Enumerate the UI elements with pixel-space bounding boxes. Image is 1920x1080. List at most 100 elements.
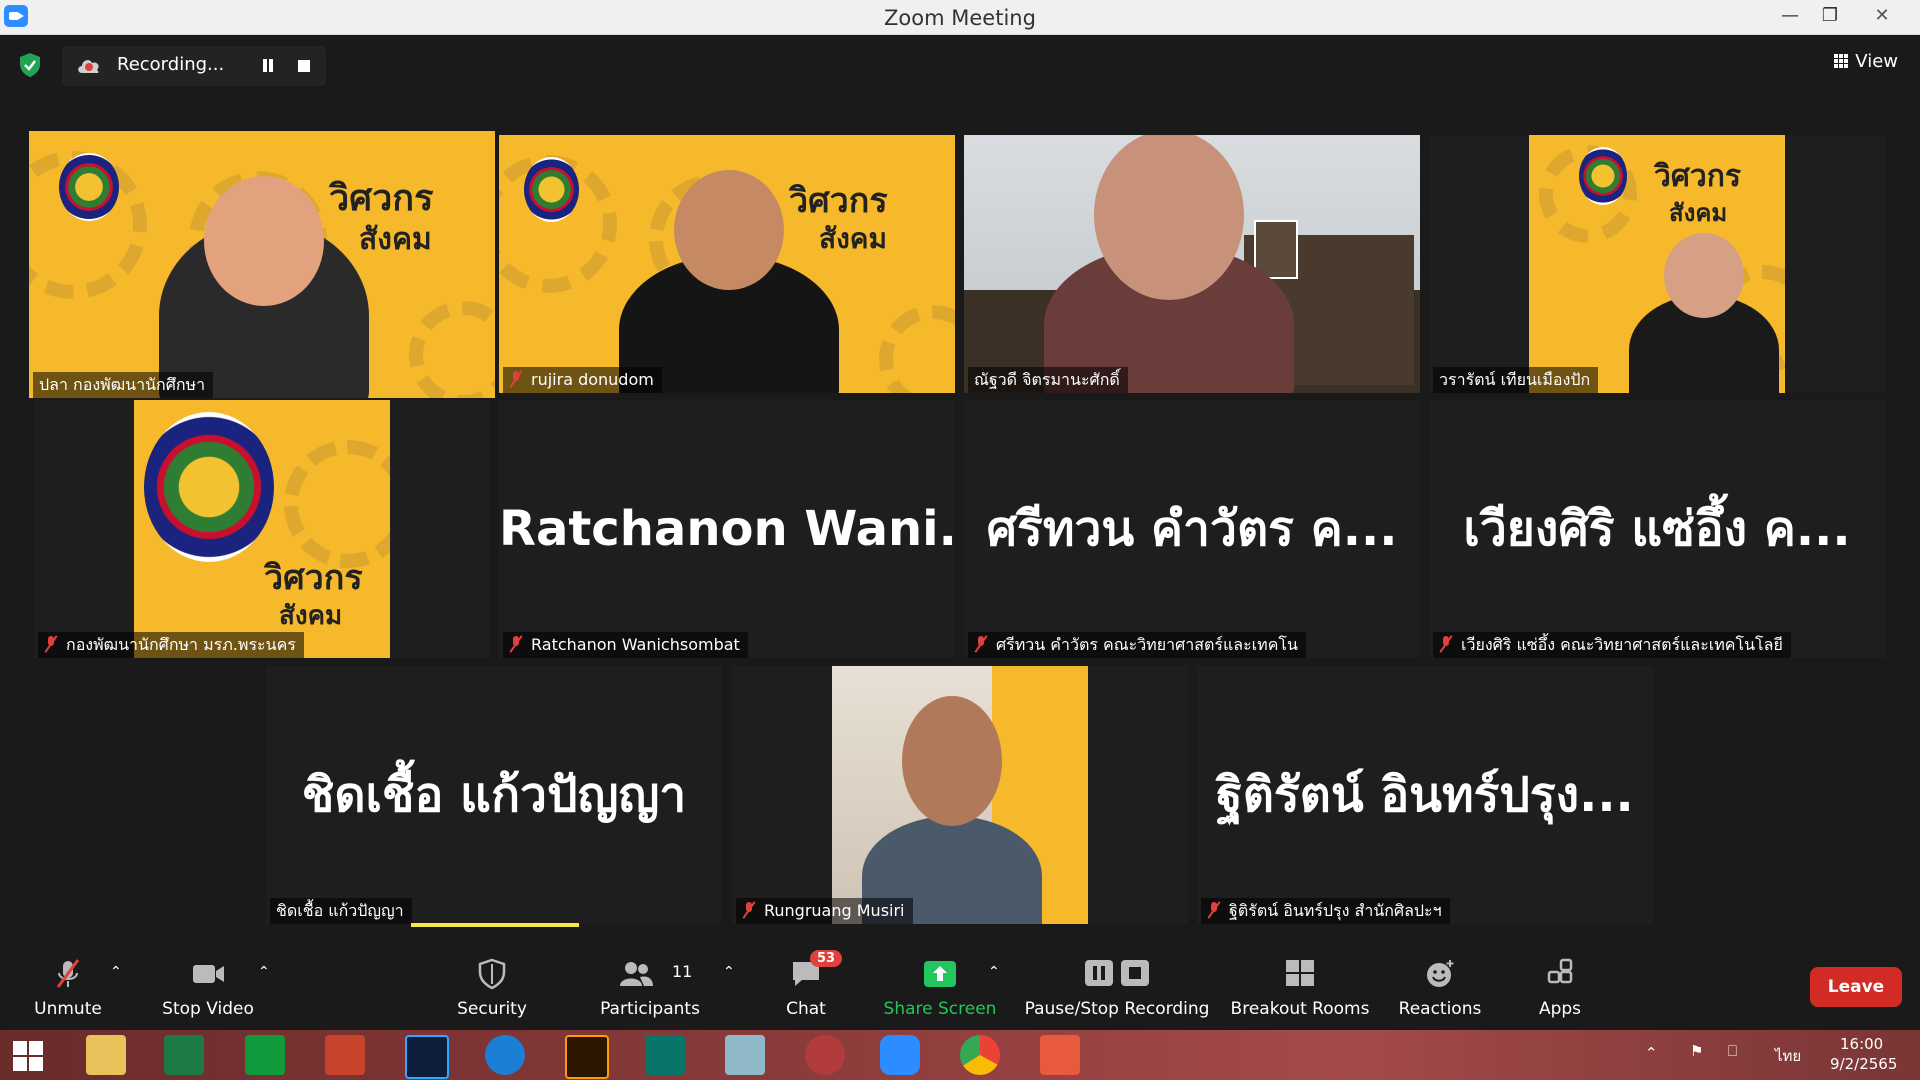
recording-indicator: Recording... (62, 46, 326, 86)
zoom-taskbar-icon[interactable] (880, 1035, 920, 1075)
poster-subtitle: สังคม (1669, 198, 1728, 227)
file-explorer-icon[interactable] (86, 1035, 126, 1075)
stop-video-button[interactable]: Stop Video (150, 950, 266, 1030)
security-button[interactable]: Security (442, 950, 542, 1030)
language-indicator[interactable]: ไทย (1775, 1044, 1801, 1068)
illustrator-icon[interactable] (565, 1035, 609, 1079)
audio-options-chevron-icon[interactable]: ⌃ (110, 964, 122, 980)
publisher-icon[interactable] (645, 1035, 685, 1075)
security-shield-icon (478, 958, 506, 990)
video-tile[interactable]: ศรีทวน คำวัตร ค... ศรีทวน คำวัตร คณะวิทย… (964, 400, 1420, 658)
network-icon[interactable]: ⎕ (1728, 1042, 1737, 1060)
mic-muted-icon (1439, 636, 1453, 652)
share-options-chevron-icon[interactable]: ⌃ (988, 964, 1000, 980)
chat-label: Chat (786, 999, 826, 1019)
window-title: Zoom Meeting (884, 6, 1036, 30)
participants-icon (620, 962, 653, 986)
stop-recording-button[interactable] (298, 60, 310, 72)
stop-video-label: Stop Video (162, 999, 254, 1019)
participant-name: ฐิติรัตน์ อินทร์ปรุง สำนักศิลปะฯ (1201, 898, 1450, 924)
presenter-app-icon[interactable] (1040, 1035, 1080, 1075)
show-hidden-icons-chevron-icon[interactable]: ⌃ (1645, 1044, 1658, 1062)
participant-name: เวียงศิริ แซ่อึ้ง คณะวิทยาศาสตร์และเทคโน… (1433, 632, 1791, 658)
participants-options-chevron-icon[interactable]: ⌃ (723, 964, 735, 980)
reactions-button[interactable]: Reactions (1390, 950, 1490, 1030)
share-screen-label: Share Screen (883, 999, 997, 1019)
store-icon[interactable] (245, 1035, 285, 1075)
video-camera-icon (193, 965, 224, 983)
meeting-topbar: Recording... View (0, 35, 1920, 95)
clock-date[interactable]: 9/2/2565 (1830, 1055, 1897, 1073)
chat-unread-badge: 53 (810, 950, 843, 967)
breakout-rooms-icon (1286, 960, 1314, 986)
mic-muted-icon (742, 902, 756, 918)
video-tile[interactable]: วิศวกร สังคม rujira donudom (499, 135, 955, 393)
window-titlebar: Zoom Meeting — ❐ ✕ (0, 0, 1920, 35)
video-options-chevron-icon[interactable]: ⌃ (258, 964, 270, 980)
participants-label: Participants (600, 999, 700, 1019)
university-seal-icon (524, 157, 579, 222)
reactions-smiley-icon (1427, 960, 1454, 987)
apps-button[interactable]: Apps (1520, 950, 1600, 1030)
participant-name: ชิดเชื้อ แก้วปัญญา (270, 898, 412, 924)
poster-subtitle: สังคม (819, 222, 887, 255)
mic-muted-icon (509, 371, 523, 387)
participant-name: Ratchanon Wanichsombat (503, 632, 748, 658)
poster-subtitle: สังคม (359, 222, 432, 257)
participants-button[interactable]: 11 Participants (590, 950, 710, 1030)
mic-muted-icon (56, 959, 80, 988)
chrome-icon[interactable] (960, 1035, 1000, 1075)
excel-icon[interactable] (164, 1035, 204, 1075)
unmute-button[interactable]: Unmute (18, 950, 118, 1030)
video-tile[interactable]: ชิดเชื้อ แก้วปัญญา ชิดเชื้อ แก้วปัญญา (266, 666, 722, 924)
view-button[interactable]: View (1834, 51, 1898, 72)
video-tile[interactable]: ณัฐวดี จิตรมานะศักดิ์ (964, 135, 1420, 393)
participant-name-placeholder: ศรีทวน คำวัตร ค... (986, 501, 1398, 557)
university-seal-icon (144, 412, 274, 562)
breakout-rooms-button[interactable]: Breakout Rooms (1230, 950, 1370, 1030)
photoscape-icon[interactable] (805, 1035, 845, 1075)
participant-name-placeholder: Ratchanon Wani... (499, 501, 955, 557)
video-tile[interactable]: ฐิติรัตน์ อินทร์ปรุง... ฐิติรัตน์ อินทร์… (1197, 666, 1653, 924)
video-tile[interactable]: เวียงศิริ แซ่อึ้ง ค... เวียงศิริ แซ่อึ้ง… (1429, 400, 1885, 658)
restore-button[interactable]: ❐ (1808, 0, 1852, 34)
share-screen-button[interactable]: Share Screen (880, 950, 1000, 1030)
participants-count: 11 (672, 962, 693, 981)
close-button[interactable]: ✕ (1860, 0, 1904, 34)
photoshop-icon[interactable] (405, 1035, 449, 1079)
share-screen-icon (924, 961, 956, 987)
mic-muted-icon (974, 636, 988, 652)
participant-name-placeholder: ชิดเชื้อ แก้วปัญญา (301, 767, 687, 823)
video-tile[interactable]: วิศวกร สังคม วรารัตน์ เทียนเมืองปัก (1429, 135, 1885, 393)
windows-start-icon[interactable] (12, 1040, 44, 1072)
breakout-rooms-label: Breakout Rooms (1230, 999, 1370, 1019)
leave-button[interactable]: Leave (1810, 967, 1902, 1007)
notepad-icon[interactable] (725, 1035, 765, 1075)
encryption-shield-icon[interactable] (18, 52, 42, 78)
view-label: View (1855, 51, 1898, 72)
security-label: Security (457, 999, 527, 1019)
powerpoint-icon[interactable] (325, 1035, 365, 1075)
video-tile[interactable]: วิศวกร สังคม ปลา กองพัฒนานักศึกษา (29, 131, 495, 398)
virtual-background: วิศวกร สังคม (134, 400, 390, 658)
mic-muted-icon (1207, 902, 1221, 918)
pause-stop-recording-label: Pause/Stop Recording (1024, 999, 1210, 1019)
grid-view-icon (1834, 54, 1850, 69)
video-tile[interactable]: Rungruang Musiri (732, 666, 1188, 924)
action-center-flag-icon[interactable]: ⚑ (1690, 1042, 1703, 1060)
pause-recording-button[interactable] (258, 56, 278, 76)
participant-name: วรารัตน์ เทียนเมืองปัก (1433, 367, 1599, 393)
speaking-indicator (411, 923, 579, 927)
video-tile[interactable]: Ratchanon Wani... Ratchanon Wanichsombat (499, 400, 955, 658)
minimize-button[interactable]: — (1768, 0, 1812, 34)
internet-explorer-icon[interactable] (485, 1035, 525, 1075)
pause-stop-recording-button[interactable]: Pause/Stop Recording (1024, 950, 1210, 1030)
participant-name: ณัฐวดี จิตรมานะศักดิ์ (968, 367, 1128, 393)
video-tile[interactable]: วิศวกร สังคม กองพัฒนานักศึกษา มรภ.พระนคร (34, 400, 490, 658)
university-seal-icon (1579, 147, 1627, 205)
clock-time[interactable]: 16:00 (1840, 1035, 1883, 1053)
participant-name: Rungruang Musiri (736, 898, 913, 924)
mic-muted-icon (509, 636, 523, 652)
windows-taskbar: ⌃ ⚑ ⎕ ไทย 16:00 9/2/2565 (0, 1030, 1920, 1080)
apps-label: Apps (1538, 999, 1582, 1019)
